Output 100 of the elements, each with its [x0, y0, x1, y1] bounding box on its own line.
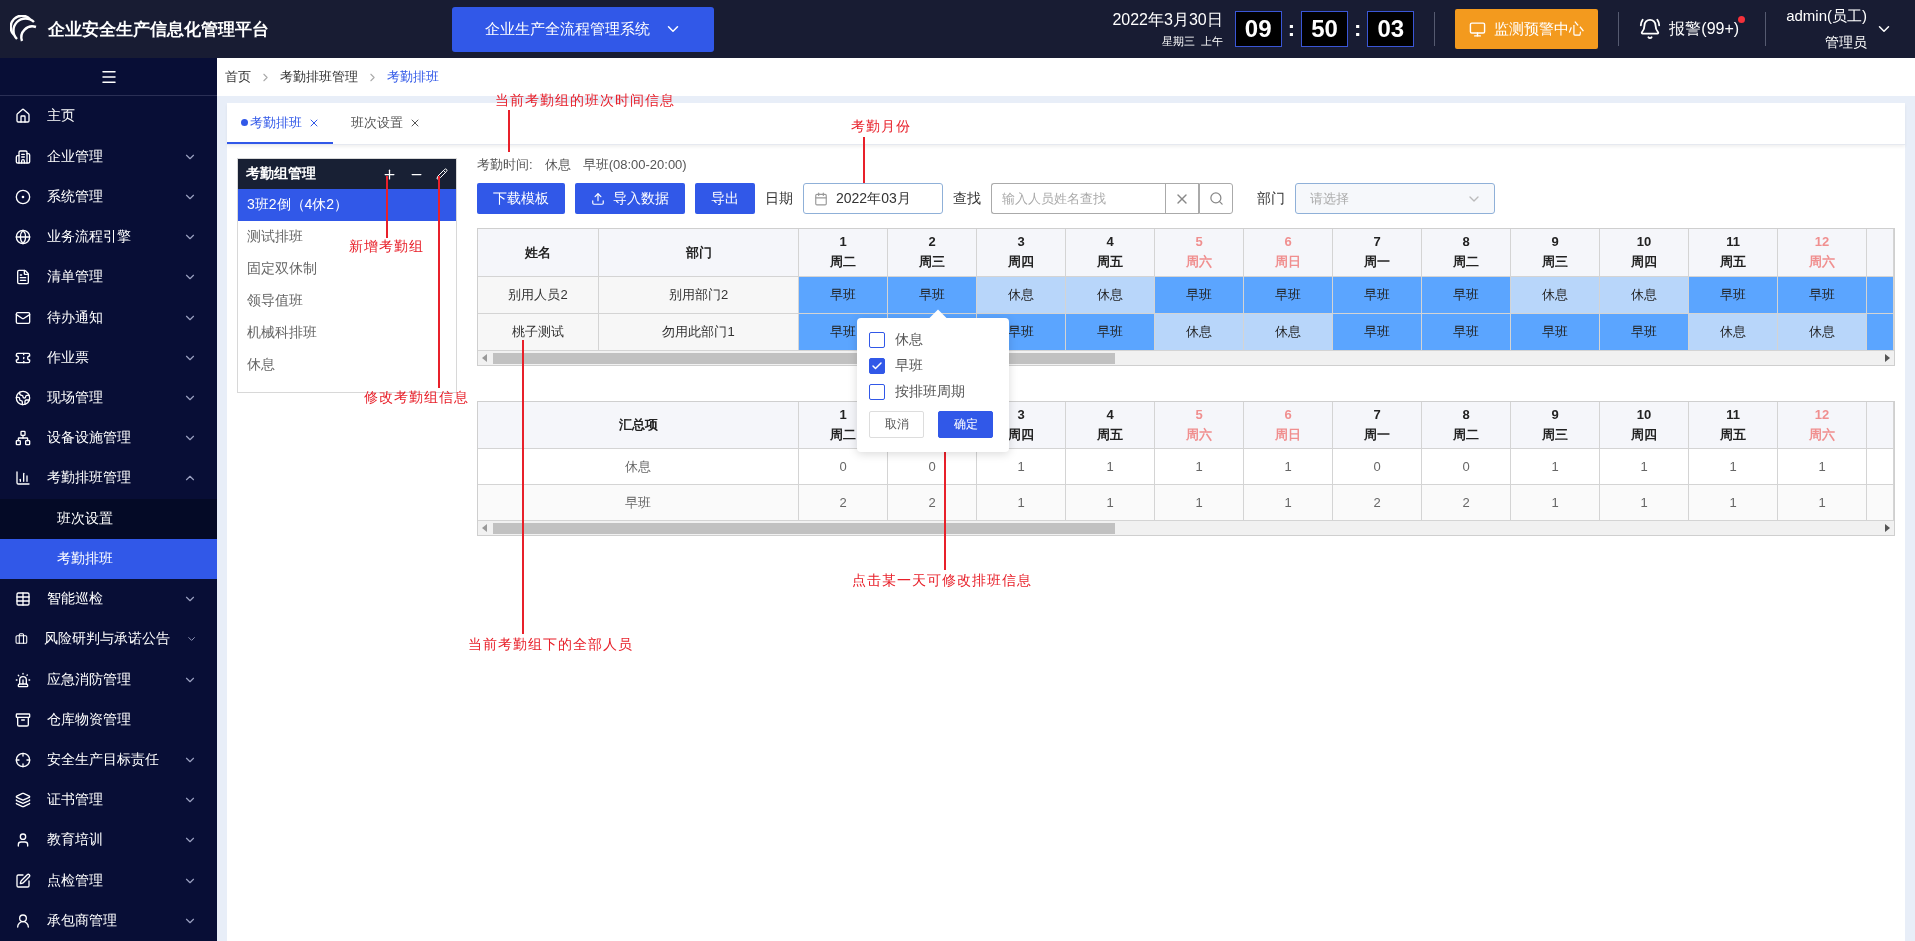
shift-cell[interactable]: 早班	[1511, 314, 1600, 350]
table-cell: 1	[1066, 485, 1155, 520]
sidebar-item[interactable]: 证书管理	[0, 780, 217, 821]
day-header: 1 周二	[799, 229, 888, 276]
sidebar-item[interactable]: 考勤排班管理	[0, 458, 217, 499]
date-field[interactable]: 2022年03月	[803, 183, 943, 214]
day-header: 6 周日	[1244, 402, 1333, 448]
sidebar-item[interactable]: 设备设施管理	[0, 418, 217, 459]
shift-cell[interactable]: 早班	[1778, 277, 1867, 313]
menu-item-icon	[15, 751, 31, 768]
shift-cell[interactable]: 早班	[1333, 314, 1422, 350]
sidebar-item[interactable]: 仓库物资管理	[0, 699, 217, 740]
search-label: 查找	[953, 189, 981, 208]
breadcrumb-link[interactable]: 首页	[225, 68, 251, 86]
shift-cell[interactable]: 早班	[1155, 277, 1244, 313]
sidebar-item[interactable]: 业务流程引擎	[0, 217, 217, 258]
table-cell: 桃子测试	[478, 314, 599, 350]
menu-item-icon	[15, 269, 31, 286]
search-field[interactable]: 输入人员姓名查找	[991, 183, 1165, 214]
breadcrumb-link[interactable]: 考勤排班	[387, 68, 439, 86]
column-header: 汇总项	[478, 402, 799, 448]
sidebar-item[interactable]: 企业管理	[0, 136, 217, 177]
sidebar-item[interactable]: 清单管理	[0, 257, 217, 298]
tab[interactable]: 考勤排班	[227, 103, 333, 144]
sidebar-subitem[interactable]: 考勤排班	[0, 538, 217, 579]
shift-cell[interactable]: 休息	[1066, 277, 1155, 313]
shift-cell[interactable]: 休息	[977, 277, 1066, 313]
sidebar-item[interactable]: 主页	[0, 96, 217, 137]
toolbar-button[interactable]: 下载模板	[477, 183, 565, 214]
toolbar-button[interactable]: 导入数据	[575, 183, 685, 214]
checkbox[interactable]	[869, 383, 885, 400]
sidebar-item[interactable]: 风险研判与承诺公告	[0, 619, 217, 660]
sidebar-item[interactable]: 安全生产目标责任	[0, 739, 217, 781]
tab[interactable]: 班次设置	[333, 103, 439, 144]
shift-cell[interactable]: 休息	[1689, 314, 1778, 350]
leader-line	[508, 110, 510, 152]
checkbox[interactable]	[869, 357, 885, 374]
day-header: 7 周一	[1333, 229, 1422, 276]
table-cell: 1	[977, 485, 1066, 520]
sidebar-item[interactable]: 系统管理	[0, 176, 217, 217]
shift-cell[interactable]: 休息	[1244, 314, 1333, 350]
sidebar-item[interactable]: 作业票	[0, 337, 217, 378]
sidebar-item[interactable]: 点检管理	[0, 860, 217, 901]
sidebar-item[interactable]: 承包商管理	[0, 900, 217, 941]
leader-line	[386, 176, 388, 238]
calendar-icon	[814, 191, 828, 206]
search-button[interactable]	[1199, 183, 1233, 214]
shift-cell[interactable]: 早班	[1422, 277, 1511, 313]
breadcrumb-link[interactable]: 考勤排班管理	[280, 68, 358, 86]
sidebar-item[interactable]: 待办通知	[0, 297, 217, 338]
clock-separator: :	[1354, 16, 1362, 42]
shift-cell[interactable]: 早班	[1422, 314, 1511, 350]
shift-cell[interactable]	[1867, 314, 1894, 350]
panel-title: 考勤组管理	[246, 165, 317, 183]
confirm-button[interactable]: 确定	[938, 411, 993, 438]
sidebar-item[interactable]: 教育培训	[0, 820, 217, 861]
table-cell: 1	[1778, 485, 1867, 520]
table-cell: 1	[1600, 485, 1689, 520]
add-icon[interactable]	[382, 166, 397, 182]
shift-cell[interactable]: 休息	[1600, 277, 1689, 313]
sidebar-item[interactable]: 应急消防管理	[0, 659, 217, 700]
user-name: admin(员工)	[1786, 6, 1867, 26]
day-header: 6 周日	[1244, 229, 1333, 276]
dot-icon	[240, 119, 248, 126]
shift-cell[interactable]	[1867, 277, 1894, 313]
upload-icon	[591, 191, 605, 206]
sidebar-subitem[interactable]: 班次设置	[0, 498, 217, 539]
shift-cell[interactable]: 早班	[799, 277, 888, 313]
table-cell: 早班	[478, 485, 799, 520]
menu-item-icon	[15, 912, 31, 929]
menu-item-icon	[15, 671, 31, 688]
shift-info: 休息	[544, 156, 571, 174]
menu-item-icon	[15, 390, 31, 406]
shift-cell[interactable]: 休息	[1155, 314, 1244, 350]
group-item[interactable]: 3班2倒（4休2）	[238, 189, 456, 221]
shift-cell[interactable]: 休息	[1778, 314, 1867, 350]
sidebar-item[interactable]: 智能巡检	[0, 578, 217, 620]
shift-cell[interactable]: 休息	[1511, 277, 1600, 313]
shift-cell[interactable]: 早班	[1244, 277, 1333, 313]
day-header: 4 周五	[1066, 229, 1155, 276]
shift-cell[interactable]: 早班	[1600, 314, 1689, 350]
check-icon	[871, 359, 883, 372]
day-header: 5 周六	[1155, 402, 1244, 448]
shift-cell[interactable]: 早班	[1066, 314, 1155, 350]
checkbox[interactable]	[869, 331, 885, 348]
shift-cell[interactable]: 早班	[888, 277, 977, 313]
day-header: 11 周五	[1689, 402, 1778, 448]
alarm-button[interactable]: 报警(99+)	[1669, 18, 1746, 40]
shift-cell[interactable]: 早班	[1689, 277, 1778, 313]
table-cell: 2	[888, 485, 977, 520]
shift-cell[interactable]: 早班	[1333, 277, 1422, 313]
edit-icon[interactable]	[436, 168, 448, 180]
day-header: 12 周六	[1778, 402, 1867, 448]
menu-item-icon	[15, 792, 31, 809]
system-select[interactable]: 企业生产全流程管理系统	[452, 6, 714, 52]
toolbar-button[interactable]: 导出	[695, 183, 755, 214]
day-header: 10 周四	[1600, 229, 1689, 276]
clock-digits: 03	[1367, 11, 1415, 47]
sidebar-item[interactable]: 现场管理	[0, 377, 217, 419]
table-cell: 别用人员2	[478, 277, 599, 313]
